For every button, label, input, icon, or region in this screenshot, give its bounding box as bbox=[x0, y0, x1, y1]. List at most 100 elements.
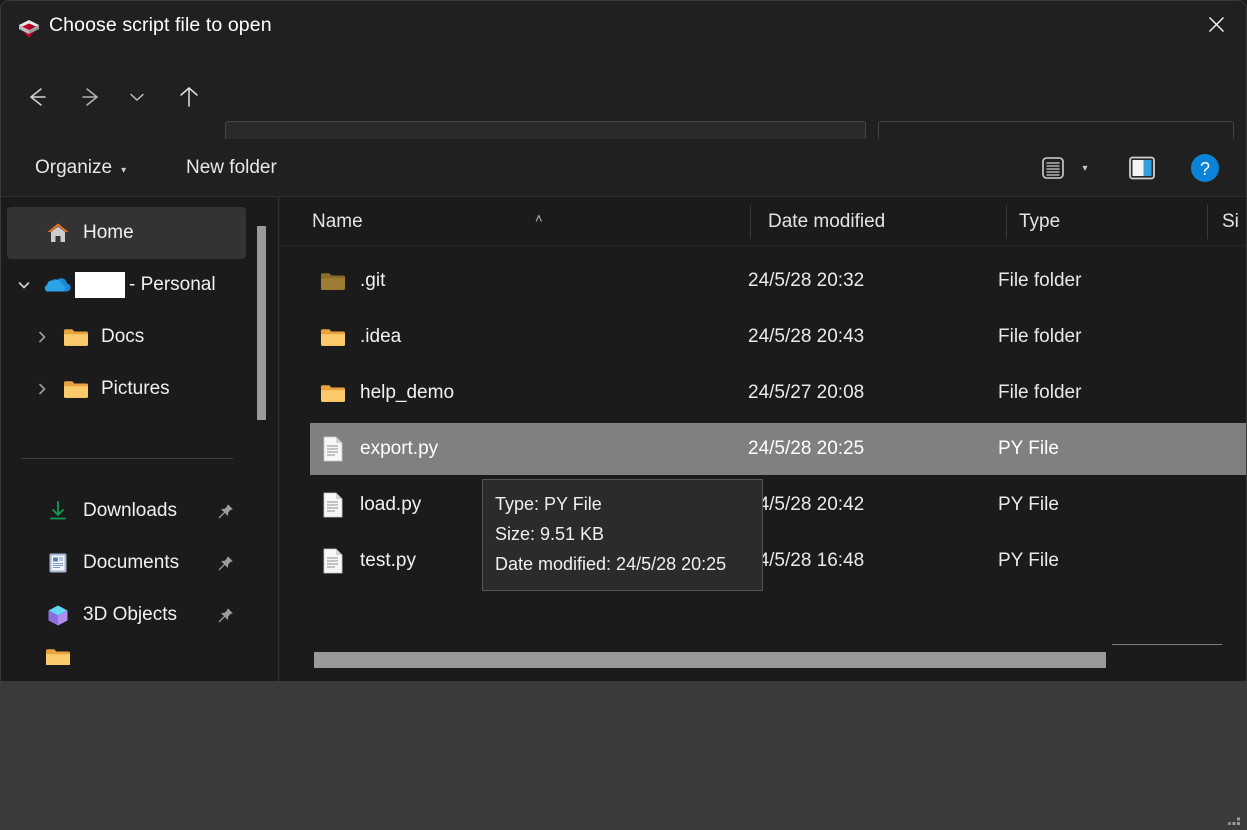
expander-placeholder bbox=[7, 207, 41, 259]
sidebar-scrollbar[interactable] bbox=[257, 197, 266, 681]
sidebar-item-label: Documents bbox=[83, 552, 180, 573]
pin-icon[interactable] bbox=[218, 607, 234, 623]
file-type: PY File bbox=[998, 550, 1059, 571]
help-icon: ? bbox=[1191, 154, 1219, 182]
column-label: Date modified bbox=[768, 210, 886, 232]
chevron-right-icon[interactable] bbox=[25, 311, 59, 363]
chevron-down-icon bbox=[130, 93, 144, 101]
chevron-down-icon[interactable] bbox=[7, 259, 41, 311]
column-divider[interactable] bbox=[1006, 205, 1007, 239]
horizontal-scrollbar-thumb[interactable] bbox=[314, 652, 1106, 668]
forward-button[interactable] bbox=[69, 75, 113, 119]
expander-placeholder bbox=[7, 649, 41, 665]
column-divider[interactable] bbox=[750, 205, 751, 239]
table-row[interactable]: help_demo 24/5/27 20:08 File folder bbox=[310, 367, 1246, 419]
file-name-cell: export.py bbox=[310, 434, 438, 464]
sidebar-item-label: Pictures bbox=[101, 378, 170, 399]
title-bar: Choose script file to open bbox=[1, 1, 1246, 55]
file-icon bbox=[318, 546, 348, 576]
file-list: Name ˄ Date modified Type Si .git 24/5/2… bbox=[280, 197, 1246, 681]
resize-grip[interactable] bbox=[1226, 811, 1242, 827]
sidebar-item-documents[interactable]: Documents bbox=[7, 537, 246, 589]
column-header-date-modified[interactable]: Date modified bbox=[766, 197, 1006, 246]
file-name: load.py bbox=[360, 494, 422, 515]
sidebar-item-onedrive-personal[interactable]: - Personal bbox=[7, 259, 246, 311]
file-name-cell: .idea bbox=[310, 322, 401, 352]
redacted-account-name bbox=[75, 272, 125, 298]
column-label: Name bbox=[312, 210, 363, 232]
sidebar-item-3d-objects[interactable]: 3D Objects bbox=[7, 589, 246, 641]
downloads-icon bbox=[41, 485, 75, 537]
file-name-cell: help_demo bbox=[310, 378, 454, 408]
recent-locations-button[interactable] bbox=[119, 75, 155, 119]
header-underline bbox=[280, 245, 1246, 246]
sidebar-item-home[interactable]: Home bbox=[7, 207, 246, 259]
expander-placeholder bbox=[7, 589, 41, 641]
pin-icon[interactable] bbox=[218, 503, 234, 519]
table-row[interactable]: .git 24/5/28 20:32 File folder bbox=[310, 255, 1246, 307]
sidebar-scrollbar-thumb[interactable] bbox=[257, 226, 266, 420]
list-view-icon bbox=[1042, 157, 1064, 179]
sidebar-item-label: Downloads bbox=[83, 500, 177, 521]
folder-icon bbox=[318, 378, 348, 408]
3d-objects-icon bbox=[41, 589, 75, 641]
chevron-down-icon: ▾ bbox=[121, 164, 127, 176]
onedrive-icon bbox=[41, 259, 75, 311]
file-type: File folder bbox=[998, 270, 1082, 291]
window-title: Choose script file to open bbox=[49, 14, 272, 36]
file-type: File folder bbox=[998, 326, 1082, 347]
preview-pane-icon bbox=[1129, 156, 1155, 180]
table-row[interactable]: .idea 24/5/28 20:43 File folder bbox=[310, 311, 1246, 363]
file-date-modified: 24/5/28 16:48 bbox=[748, 550, 865, 571]
file-name: .git bbox=[360, 270, 386, 291]
expander-placeholder bbox=[7, 537, 41, 589]
column-headers: Name ˄ Date modified Type Si bbox=[280, 197, 1246, 246]
navigation-bar: « admin › PycharmProjects › CodeSys bbox=[1, 55, 1246, 178]
column-header-size[interactable]: Si bbox=[1220, 197, 1246, 246]
file-date-modified: 24/5/28 20:43 bbox=[748, 326, 865, 347]
file-date-modified: 24/5/28 20:25 bbox=[748, 438, 865, 459]
arrow-up-icon bbox=[180, 87, 198, 107]
sidebar-item-label: Docs bbox=[101, 326, 145, 347]
sidebar-item-label bbox=[83, 649, 88, 665]
table-row[interactable]: test.py 24/5/28 16:48 PY File bbox=[310, 535, 1246, 587]
view-options-caret[interactable]: ▾ bbox=[1074, 151, 1096, 185]
sidebar-item-label: Home bbox=[83, 222, 134, 243]
sidebar-item-pictures[interactable]: Pictures bbox=[25, 363, 246, 415]
home-icon bbox=[41, 207, 75, 259]
documents-icon bbox=[41, 537, 75, 589]
chevron-right-icon[interactable] bbox=[25, 363, 59, 415]
sidebar-item-label: 3D Objects bbox=[83, 604, 177, 625]
sidebar-item-partial[interactable] bbox=[7, 649, 246, 665]
close-button[interactable] bbox=[1186, 1, 1246, 47]
view-options-button[interactable] bbox=[1036, 151, 1070, 185]
sidebar-item-label: - Personal bbox=[129, 274, 216, 295]
tooltip-date-modified: Date modified: 24/5/28 20:25 bbox=[495, 554, 727, 574]
back-button[interactable] bbox=[15, 75, 59, 119]
navigation-sidebar: Home - Personal Docs Pictures Downloads … bbox=[1, 197, 279, 681]
file-name: help_demo bbox=[360, 382, 455, 403]
new-folder-label: New folder bbox=[186, 157, 277, 178]
preview-pane-button[interactable] bbox=[1125, 151, 1159, 185]
folder-dim-icon bbox=[318, 266, 348, 296]
command-bar: Organize ▾ New folder ▾ ? bbox=[1, 139, 1246, 197]
arrow-left-icon bbox=[30, 88, 46, 106]
sidebar-item-downloads[interactable]: Downloads bbox=[7, 485, 246, 537]
column-header-name[interactable]: Name bbox=[310, 197, 780, 246]
folder-icon bbox=[41, 649, 75, 665]
table-row[interactable]: load.py 24/5/28 20:42 PY File bbox=[310, 479, 1246, 531]
sidebar-item-docs[interactable]: Docs bbox=[25, 311, 246, 363]
help-button[interactable]: ? bbox=[1189, 151, 1221, 185]
organize-label: Organize bbox=[35, 157, 113, 178]
column-header-type[interactable]: Type bbox=[1017, 197, 1207, 246]
expander-placeholder bbox=[7, 485, 41, 537]
tooltip-type: Type: PY File bbox=[495, 494, 602, 514]
column-divider[interactable] bbox=[1207, 205, 1208, 239]
svg-text:?: ? bbox=[1200, 159, 1210, 179]
pin-icon[interactable] bbox=[218, 555, 234, 571]
horizontal-scrollbar-edge bbox=[1112, 644, 1222, 645]
new-folder-button[interactable]: New folder bbox=[176, 149, 287, 187]
organize-button[interactable]: Organize ▾ bbox=[25, 149, 136, 187]
table-row-selected[interactable]: export.py 24/5/28 20:25 PY File bbox=[310, 423, 1246, 475]
up-button[interactable] bbox=[167, 75, 211, 119]
